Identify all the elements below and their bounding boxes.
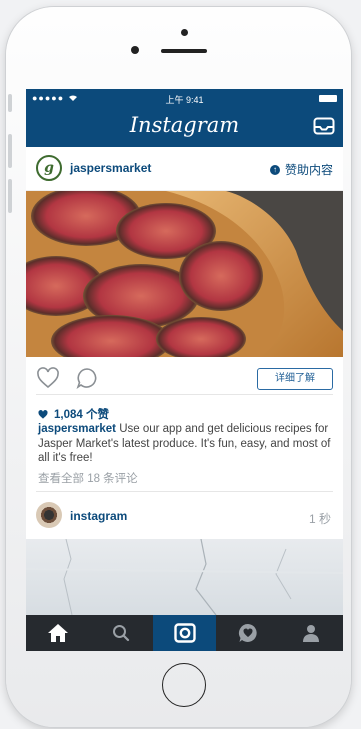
app-logo: Instagram — [129, 113, 240, 137]
home-icon — [47, 624, 68, 642]
view-all-comments-link[interactable]: 查看全部 18 条评论 — [38, 470, 138, 486]
camera-icon — [173, 623, 196, 643]
likes-text: 1,084 个赞 — [54, 409, 109, 421]
search-icon — [113, 625, 130, 642]
inbox-icon[interactable] — [313, 117, 335, 135]
caption-divider — [36, 491, 333, 492]
mute-switch — [8, 94, 12, 112]
tab-bar — [26, 615, 343, 651]
post-header: g jaspersmarket ↑ 赞助内容 — [26, 147, 343, 191]
tab-search[interactable] — [89, 615, 152, 651]
post-username[interactable]: instagram — [70, 509, 127, 523]
sponsored-label[interactable]: ↑ 赞助内容 — [269, 161, 333, 178]
cracked-wall-image — [26, 539, 343, 615]
nav-bar: Instagram — [26, 107, 343, 147]
activity-heart-icon — [238, 624, 257, 642]
status-bar: ●●●●● 上午 9:41 — [26, 89, 343, 107]
next-post-image[interactable] — [26, 539, 343, 615]
avatar[interactable]: g — [36, 155, 62, 181]
caption-username[interactable]: jaspersmarket — [38, 423, 116, 435]
actions-divider — [36, 394, 333, 395]
earpiece-speaker — [161, 49, 207, 53]
tab-camera[interactable] — [152, 615, 217, 651]
profile-icon — [303, 625, 320, 642]
next-post-header: instagram 1 秒 — [26, 498, 343, 539]
tab-activity[interactable] — [216, 615, 279, 651]
home-button[interactable] — [162, 663, 206, 707]
small-heart-icon — [38, 409, 48, 419]
status-time: 上午 9:41 — [165, 95, 204, 105]
post-username[interactable]: jaspersmarket — [70, 161, 151, 175]
volume-up-button — [8, 134, 12, 168]
like-heart-icon[interactable] — [36, 367, 60, 389]
avatar[interactable] — [36, 502, 62, 528]
post-image[interactable] — [26, 191, 343, 357]
fig-tart-image — [26, 191, 343, 357]
post-caption: jaspersmarket Use our app and get delici… — [38, 422, 333, 466]
comment-bubble-icon[interactable] — [76, 367, 98, 389]
volume-down-button — [8, 179, 12, 213]
sponsored-text: 赞助内容 — [284, 163, 333, 177]
proximity-sensor — [131, 46, 139, 54]
sponsored-icon: ↑ — [269, 164, 280, 175]
battery-icon — [319, 95, 337, 102]
tab-home[interactable] — [26, 615, 89, 651]
learn-more-button[interactable]: 详细了解 — [257, 368, 333, 390]
post-timestamp: 1 秒 — [308, 512, 331, 526]
app-screen: ●●●●● 上午 9:41 Instagram g jaspersmarket … — [26, 89, 343, 651]
front-camera — [181, 29, 188, 36]
tab-profile[interactable] — [280, 615, 343, 651]
like-count[interactable]: 1,084 个赞 — [38, 406, 109, 422]
